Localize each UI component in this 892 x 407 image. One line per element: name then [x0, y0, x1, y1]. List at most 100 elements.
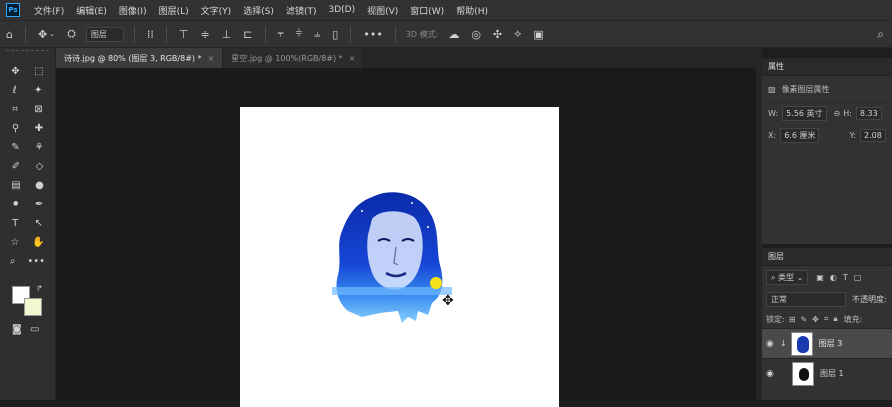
layer-name[interactable]: 图层 3 [819, 338, 843, 349]
eraser-tool-icon[interactable]: ◇ [36, 161, 44, 172]
align-vertical-center-icon[interactable]: ≑ [200, 28, 209, 41]
frame-tool-icon[interactable]: ⊠ [34, 104, 42, 115]
tab-document-2[interactable]: 星空.jpg @ 100%(RGB/8#) * × [223, 48, 365, 68]
3d-slide-icon[interactable]: ⟡ [514, 27, 521, 41]
zoom-tool-icon[interactable]: ⌕ [10, 256, 16, 267]
visibility-eye-icon[interactable]: ◉ [766, 339, 780, 349]
filter-shape-icon[interactable]: ▢ [854, 273, 862, 282]
layer-row-layer-1[interactable]: ◉ 图层 1 [762, 358, 892, 388]
layers-panel-tab[interactable]: 图层 [762, 248, 892, 266]
properties-panel-tab[interactable]: 属性 [762, 58, 892, 76]
menu-view[interactable]: 视图(V) [361, 4, 404, 17]
tab-document-1[interactable]: 诗诗.jpg @ 80% (图层 3, RGB/8#) * × [56, 48, 224, 68]
distribute-left-icon[interactable]: ▯ [332, 28, 338, 41]
3d-camera-icon[interactable]: ▣ [533, 28, 543, 41]
menu-edit[interactable]: 编辑(E) [70, 4, 113, 17]
show-transform-controls-icon[interactable]: ⁞⁞ [147, 28, 154, 41]
type-tool-icon[interactable]: T [12, 218, 18, 229]
menu-image[interactable]: 图像(I) [113, 4, 153, 17]
move-cursor-icon: ✥ [442, 293, 454, 309]
lock-artboard-icon[interactable]: ⌗ [824, 314, 829, 324]
lock-pixels-icon[interactable]: ✎ [800, 315, 807, 324]
menu-layer[interactable]: 图层(L) [153, 4, 195, 17]
background-color-swatch[interactable] [24, 298, 42, 316]
healing-brush-tool-icon[interactable]: ✚ [35, 123, 43, 134]
quick-mask-icon[interactable]: ◙ [12, 324, 22, 335]
3d-pan-icon[interactable]: ✣ [493, 28, 502, 41]
properties-panel: 属性 ▨ 像素图层属性 W: 5.56 英寸 ⊖ H: 8.33 X: 6.6 … [762, 58, 892, 244]
menu-help[interactable]: 帮助(H) [450, 4, 494, 17]
lock-transparent-icon[interactable]: ⊞ [789, 315, 796, 324]
gradient-tool-icon[interactable]: ▤ [11, 180, 20, 191]
visibility-eye-icon[interactable]: ◉ [766, 369, 780, 379]
filter-type-icon[interactable]: T [843, 273, 848, 282]
panel-grip[interactable] [6, 50, 49, 58]
canvas-area[interactable]: ✥ [56, 68, 756, 407]
document-canvas[interactable]: ✥ [240, 107, 559, 407]
hand-tool-icon[interactable]: ✋ [32, 237, 44, 248]
y-label: Y: [849, 130, 856, 140]
dodge-tool-icon[interactable]: ⚫ [12, 199, 20, 210]
swap-colors-icon[interactable]: ↱ [36, 284, 43, 293]
history-brush-tool-icon[interactable]: ✐ [12, 161, 20, 172]
blend-mode-select[interactable]: 正常 [766, 291, 846, 307]
search-icon[interactable]: ⌕ [877, 27, 884, 42]
3d-roll-icon[interactable]: ◎ [471, 28, 481, 41]
marquee-tool-icon[interactable]: ⬚ [34, 66, 43, 77]
menu-window[interactable]: 窗口(W) [404, 4, 450, 17]
distribute-top-icon[interactable]: ⫧ [278, 27, 284, 41]
menu-select[interactable]: 选择(S) [237, 4, 280, 17]
clipping-mask-icon: ↓ [780, 339, 787, 348]
align-bottom-icon[interactable]: ⊥ [222, 28, 232, 41]
close-icon[interactable]: × [349, 54, 356, 63]
path-selection-tool-icon[interactable]: ↖ [34, 218, 42, 229]
x-field[interactable]: 6.6 厘米 [780, 127, 820, 143]
more-options-icon[interactable]: ••• [363, 28, 382, 41]
brush-tool-icon[interactable]: ✎ [11, 142, 19, 153]
home-icon[interactable]: ⌂ [6, 28, 13, 41]
layer-row-layer-3[interactable]: ◉ ↓ 图层 3 [762, 328, 892, 358]
menu-type[interactable]: 文字(Y) [195, 4, 238, 17]
document-tabs: 诗诗.jpg @ 80% (图层 3, RGB/8#) * × 星空.jpg @… [56, 48, 756, 68]
chevron-down-icon[interactable]: ⌄ [49, 30, 55, 38]
crop-tool-icon[interactable]: ⌗ [12, 104, 18, 115]
close-icon[interactable]: × [208, 54, 215, 63]
lock-label: 锁定: [766, 314, 785, 324]
filter-pixel-icon[interactable]: ▣ [816, 273, 824, 282]
eyedropper-tool-icon[interactable]: ⚲ [12, 123, 19, 134]
fill-label: 填充: [843, 314, 863, 324]
move-tool-icon[interactable]: ✥ [38, 28, 47, 41]
blur-tool-icon[interactable]: ● [35, 180, 44, 191]
width-field[interactable]: 5.56 英寸 [782, 106, 827, 121]
filter-adjustment-icon[interactable]: ◐ [830, 273, 837, 282]
screen-mode-icon[interactable]: ▭ [30, 324, 39, 335]
y-field[interactable]: 2.08 [859, 128, 886, 142]
layer-name[interactable]: 图层 1 [820, 368, 844, 379]
lock-all-icon[interactable]: 🔒︎ [833, 314, 837, 324]
tools-panel: ✥ ⬚ ℓ ✦ ⌗ ⊠ ⚲ ✚ ✎ ⚘ ✐ ◇ ▤ ● ⚫ ✒ T ↖ ☆ ✋ ⌕ ••• ↱ ◙ ▭ [0, 48, 56, 400]
clone-stamp-tool-icon[interactable]: ⚘ [35, 142, 44, 153]
distribute-bottom-icon[interactable]: ⫨ [314, 27, 320, 41]
magic-wand-tool-icon[interactable]: ✦ [34, 85, 42, 96]
lasso-tool-icon[interactable]: ℓ [13, 85, 17, 96]
edit-toolbar-icon[interactable]: ••• [27, 256, 45, 267]
auto-select-icon[interactable]: ⛭ [67, 27, 76, 41]
distribute-center-icon[interactable]: ⫩ [296, 27, 302, 41]
pen-tool-icon[interactable]: ✒ [35, 199, 43, 210]
menu-file[interactable]: 文件(F) [28, 4, 70, 17]
shape-tool-icon[interactable]: ☆ [10, 237, 19, 248]
align-top-icon[interactable]: ⊤ [179, 28, 189, 41]
link-icon[interactable]: ⊖ [834, 109, 841, 118]
move-tool-icon[interactable]: ✥ [11, 66, 19, 77]
lock-position-icon[interactable]: ✥ [812, 315, 819, 324]
auto-select-target-select[interactable]: 图层 [85, 26, 124, 42]
height-field[interactable]: 8.33 [855, 107, 882, 120]
layer-filter-select[interactable]: ⌕ 类型 ⌄ [766, 269, 809, 285]
3d-orbit-icon[interactable]: ☁ [448, 28, 459, 41]
menu-3d[interactable]: 3D(D) [322, 5, 361, 15]
align-left-icon[interactable]: ⊏ [243, 28, 252, 41]
layer-thumbnail [792, 361, 814, 386]
menu-filter[interactable]: 滤镜(T) [280, 4, 323, 17]
width-label: W: [768, 109, 779, 118]
tab-label: 诗诗.jpg @ 80% (图层 3, RGB/8#) * [64, 53, 202, 63]
